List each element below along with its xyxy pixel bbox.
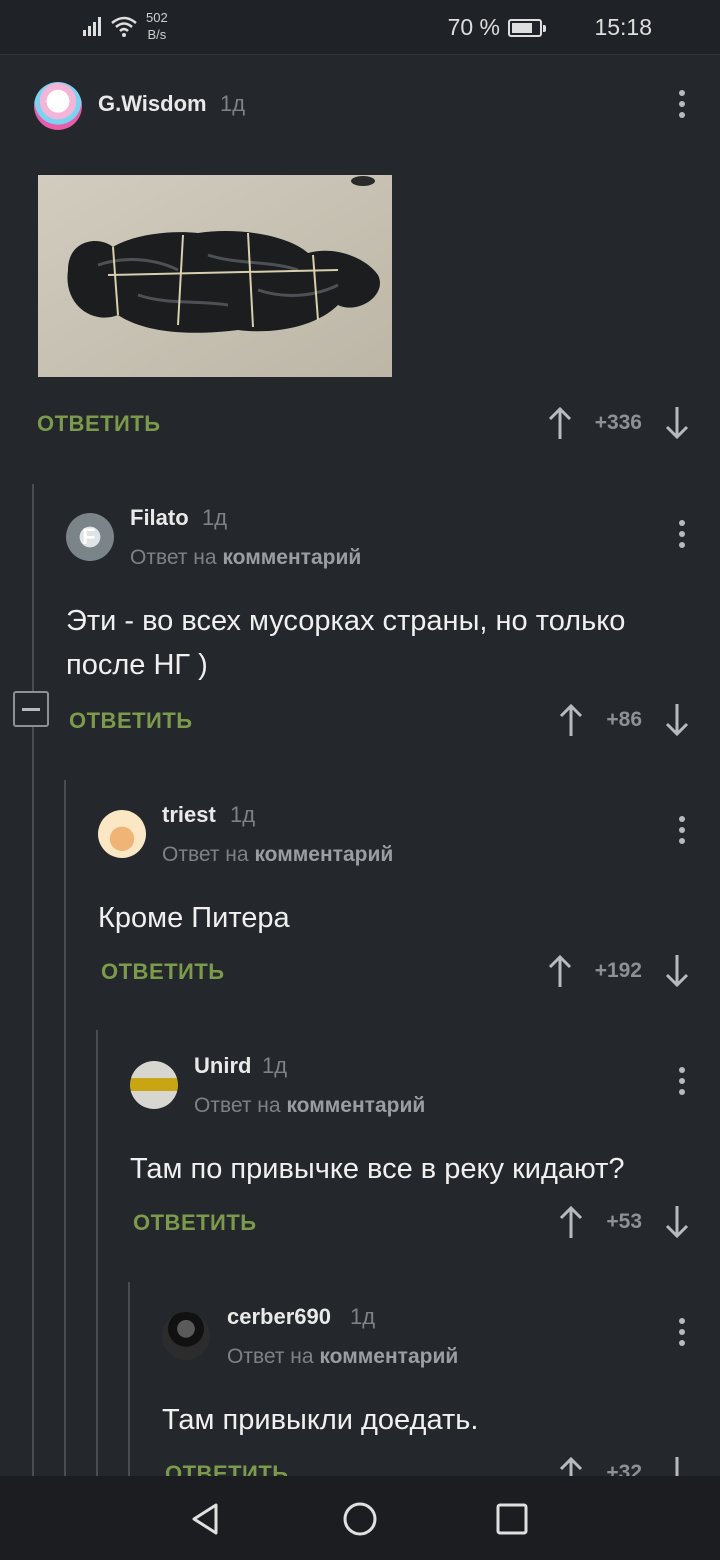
more-vert-icon[interactable]: [678, 1318, 686, 1348]
username[interactable]: cerber690: [227, 1304, 331, 1330]
battery-icon: [508, 18, 546, 37]
battery-percent: 70 %: [447, 14, 500, 40]
signal-icon: [83, 17, 101, 36]
arrow-up-icon[interactable]: [547, 954, 573, 988]
avatar[interactable]: F: [66, 513, 114, 561]
arrow-up-icon[interactable]: [547, 406, 573, 440]
vote-controls: +336: [547, 406, 690, 440]
battery-group: 70 %: [447, 14, 546, 41]
vote-controls: +86: [558, 703, 690, 737]
comment-score: +192: [594, 959, 642, 982]
reply-button[interactable]: ОТВЕТИТЬ: [69, 708, 193, 734]
status-bar: 502 B/s 70 % 15:18: [0, 0, 720, 55]
comment-score: +86: [606, 708, 642, 731]
arrow-down-icon[interactable]: [664, 703, 690, 737]
vote-controls: +53: [558, 1205, 690, 1239]
comment-score: +53: [606, 1210, 642, 1233]
nav-recents-icon[interactable]: [493, 1500, 531, 1538]
more-vert-icon[interactable]: [678, 520, 686, 550]
avatar[interactable]: [34, 82, 82, 130]
arrow-down-icon[interactable]: [664, 406, 690, 440]
username[interactable]: G.Wisdom: [98, 91, 207, 117]
network-speed-value: 502: [146, 10, 168, 25]
comment-text: Там по привычке все в реку кидают?: [130, 1153, 625, 1185]
clock: 15:18: [594, 14, 652, 40]
network-speed: 502 B/s: [146, 9, 168, 43]
thread-line-level-1: [32, 484, 34, 1476]
comment-text: Кроме Питера: [98, 902, 290, 934]
comment-time: 1д: [262, 1053, 288, 1078]
avatar[interactable]: [162, 1312, 210, 1360]
nav-home-icon[interactable]: [341, 1500, 379, 1538]
comment-score: +336: [594, 411, 642, 434]
comment-time: 1д: [220, 91, 246, 116]
username[interactable]: triest: [162, 802, 216, 828]
thread-line-level-2: [64, 780, 66, 1476]
comment-time: 1д: [230, 802, 256, 827]
arrow-down-icon[interactable]: [664, 1205, 690, 1239]
reply-to-link[interactable]: Ответ на комментарий: [130, 546, 361, 570]
comment-image[interactable]: [38, 175, 392, 377]
arrow-up-icon[interactable]: [558, 1205, 584, 1239]
comment-text: Эти - во всех мусорках страны, но только…: [66, 605, 626, 681]
reply-to-link[interactable]: Ответ на комментарий: [194, 1094, 425, 1118]
avatar[interactable]: [130, 1061, 178, 1109]
avatar[interactable]: [98, 810, 146, 858]
nav-back-icon[interactable]: [186, 1500, 224, 1538]
collapse-thread-button[interactable]: [13, 691, 49, 727]
username[interactable]: Unird: [194, 1053, 251, 1079]
arrow-up-icon[interactable]: [558, 703, 584, 737]
more-vert-icon[interactable]: [678, 816, 686, 846]
username[interactable]: Filato: [130, 505, 189, 531]
comment-text: Там привыкли доедать.: [162, 1404, 479, 1436]
more-vert-icon[interactable]: [678, 90, 686, 120]
more-vert-icon[interactable]: [678, 1067, 686, 1097]
network-speed-unit: B/s: [147, 27, 167, 42]
reply-to-link[interactable]: Ответ на комментарий: [162, 843, 393, 867]
comment-time: 1д: [202, 505, 228, 530]
reply-button[interactable]: ОТВЕТИТЬ: [37, 411, 161, 437]
vote-controls: +192: [547, 954, 690, 988]
wifi-icon: [111, 16, 137, 37]
reply-to-link[interactable]: Ответ на комментарий: [227, 1345, 458, 1369]
system-nav-bar: [0, 1476, 720, 1560]
reply-button[interactable]: ОТВЕТИТЬ: [133, 1210, 257, 1236]
thread-line-level-4: [128, 1282, 130, 1476]
arrow-down-icon[interactable]: [664, 954, 690, 988]
comment-time: 1д: [350, 1304, 376, 1329]
thread-line-level-3: [96, 1030, 98, 1476]
reply-button[interactable]: ОТВЕТИТЬ: [101, 959, 225, 985]
